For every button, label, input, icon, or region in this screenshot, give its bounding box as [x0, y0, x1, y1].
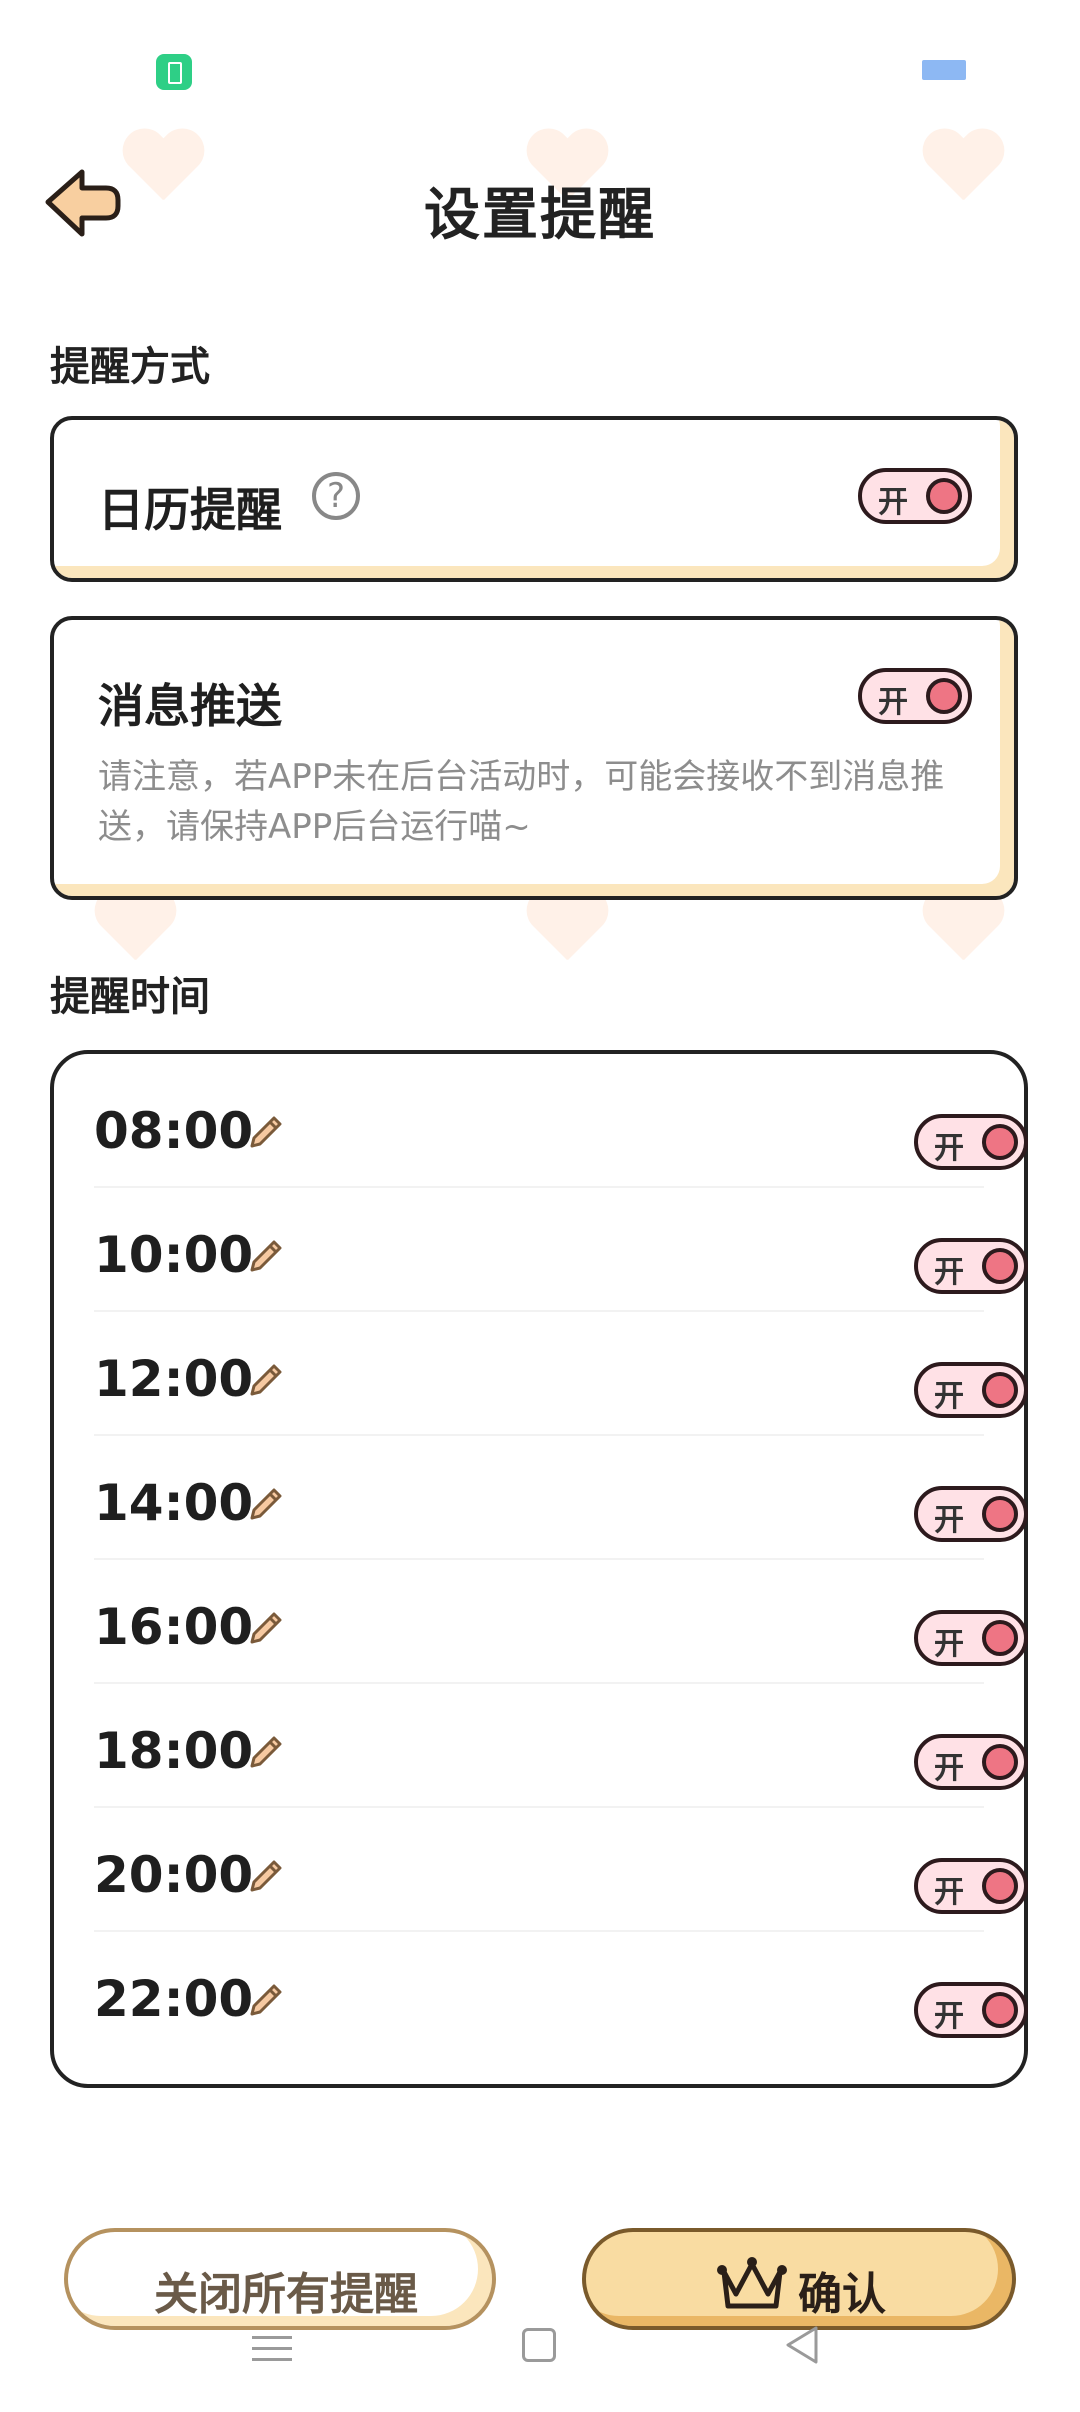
- toggle-knob: [982, 1620, 1018, 1656]
- toggle-knob: [982, 1868, 1018, 1904]
- pencil-icon[interactable]: [244, 1732, 286, 1774]
- time-value: 18:00: [94, 1722, 254, 1780]
- signal-icon: [922, 60, 966, 80]
- time-row: 12:00 开: [94, 1310, 1028, 1436]
- toggle-label: 开: [934, 1875, 964, 1910]
- menu-icon[interactable]: [252, 2336, 292, 2362]
- time-toggle[interactable]: 开: [914, 1486, 1028, 1542]
- time-toggle[interactable]: 开: [914, 1114, 1028, 1170]
- section-label-method: 提醒方式: [50, 344, 210, 390]
- calendar-toggle[interactable]: 开: [858, 468, 972, 524]
- time-toggle[interactable]: 开: [914, 1362, 1028, 1418]
- pencil-icon[interactable]: [244, 1236, 286, 1278]
- toggle-label: 开: [934, 1503, 964, 1538]
- calendar-reminder-title: 日历提醒: [98, 483, 282, 537]
- toggle-label: 开: [934, 1999, 964, 2034]
- push-notification-title: 消息推送: [98, 679, 282, 733]
- time-value: 08:00: [94, 1102, 254, 1160]
- toggle-knob: [982, 1124, 1018, 1160]
- push-toggle[interactable]: 开: [858, 668, 972, 724]
- close-all-reminders-label: 关闭所有提醒: [154, 2269, 418, 2320]
- time-value: 20:00: [94, 1846, 254, 1904]
- pencil-icon[interactable]: [244, 1360, 286, 1402]
- toggle-label: 开: [934, 1379, 964, 1414]
- confirm-label: 确认: [798, 2269, 886, 2320]
- back-triangle-icon[interactable]: [784, 2324, 820, 2366]
- pencil-icon[interactable]: [244, 1980, 286, 2022]
- crown-icon: [717, 2257, 787, 2309]
- heart-decoration-icon: [920, 890, 1006, 970]
- push-notification-note: 请注意，若APP未在后台活动时，可能会接收不到消息推送，请保持APP后台运行喵~: [98, 757, 945, 847]
- time-toggle[interactable]: 开: [914, 1734, 1028, 1790]
- toggle-label: 开: [934, 1751, 964, 1786]
- heart-decoration-icon: [524, 890, 610, 970]
- calendar-reminder-card: 日历提醒 ? 开: [50, 416, 1018, 582]
- home-icon[interactable]: [522, 2328, 556, 2362]
- toggle-knob: [982, 1372, 1018, 1408]
- toggle-knob: [982, 1496, 1018, 1532]
- push-notification-card: 消息推送 开 请注意，若APP未在后台活动时，可能会接收不到消息推送，请保持AP…: [50, 616, 1018, 900]
- pencil-icon[interactable]: [244, 1608, 286, 1650]
- time-toggle[interactable]: 开: [914, 1610, 1028, 1666]
- toggle-label: 开: [934, 1131, 964, 1166]
- time-row: 16:00 开: [94, 1558, 1028, 1684]
- toggle-label: 开: [934, 1255, 964, 1290]
- question-circle-icon[interactable]: ?: [312, 472, 360, 520]
- time-value: 16:00: [94, 1598, 254, 1656]
- toggle-label: 开: [878, 685, 908, 720]
- time-value: 10:00: [94, 1226, 254, 1284]
- time-toggle[interactable]: 开: [914, 1238, 1028, 1294]
- toggle-knob: [926, 478, 962, 514]
- time-value: 14:00: [94, 1474, 254, 1532]
- toggle-knob: [926, 678, 962, 714]
- time-toggle[interactable]: 开: [914, 1982, 1028, 2038]
- time-row: 20:00 开: [94, 1806, 1028, 1932]
- confirm-button[interactable]: 确认: [582, 2228, 1016, 2330]
- pencil-icon[interactable]: [244, 1484, 286, 1526]
- time-row: 18:00 开: [94, 1682, 1028, 1808]
- toggle-knob: [982, 1992, 1018, 2028]
- time-value: 12:00: [94, 1350, 254, 1408]
- page-title: 设置提醒: [424, 183, 656, 248]
- pencil-icon[interactable]: [244, 1112, 286, 1154]
- toggle-knob: [982, 1744, 1018, 1780]
- close-all-reminders-button[interactable]: 关闭所有提醒: [64, 2228, 496, 2330]
- reminder-time-list: 08:00 开 10:00 开 12:00 开 14:00 开 16:00 开 …: [50, 1050, 1028, 2088]
- time-value: 22:00: [94, 1970, 254, 2028]
- heart-decoration-icon: [92, 890, 178, 970]
- toggle-label: 开: [878, 485, 908, 520]
- pencil-icon[interactable]: [244, 1856, 286, 1898]
- toggle-label: 开: [934, 1627, 964, 1662]
- time-row: 14:00 开: [94, 1434, 1028, 1560]
- toggle-knob: [982, 1248, 1018, 1284]
- time-row: 08:00 开: [94, 1062, 1028, 1188]
- time-row: 10:00 开: [94, 1186, 1028, 1312]
- section-label-time: 提醒时间: [50, 974, 210, 1020]
- time-toggle[interactable]: 开: [914, 1858, 1028, 1914]
- time-row: 22:00 开: [94, 1930, 1028, 2054]
- battery-icon: [156, 54, 192, 90]
